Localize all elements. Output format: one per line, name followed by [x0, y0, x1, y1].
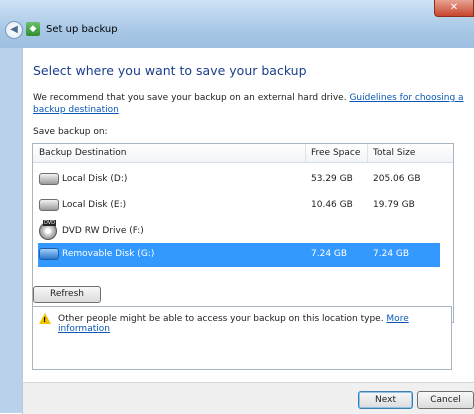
cancel-button[interactable]: Cancel [417, 391, 474, 409]
refresh-button[interactable]: Refresh [33, 286, 101, 303]
column-separator [305, 144, 306, 162]
row-name: Removable Disk (G:) [62, 249, 155, 259]
header-free-space[interactable]: Free Space [311, 148, 360, 158]
window-frame [0, 48, 22, 413]
row-free: 10.46 GB [311, 200, 353, 210]
row-free: 7.24 GB [311, 249, 348, 259]
main-content: Select where you want to save your backu… [22, 48, 474, 382]
header-destination[interactable]: Backup Destination [39, 148, 127, 158]
row-total: 19.79 GB [373, 200, 415, 210]
row-total: 205.06 GB [373, 174, 421, 184]
column-separator [367, 144, 368, 162]
row-free: 53.29 GB [311, 174, 353, 184]
hard-drive-icon [39, 199, 59, 211]
warning-box: ! Other people might be able to access y… [32, 306, 452, 370]
description: We recommend that you save your backup o… [33, 92, 468, 116]
footer-bar: Next Cancel [22, 382, 474, 414]
warning-icon-mark: ! [43, 316, 47, 324]
warning-message: Other people might be able to access you… [58, 314, 451, 334]
header-total-size[interactable]: Total Size [373, 148, 415, 158]
dvd-label-icon: DVD [43, 220, 57, 226]
table-row[interactable]: DVD DVD RW Drive (F:) [33, 220, 453, 244]
back-button[interactable]: ◀ [5, 21, 23, 39]
row-name: Local Disk (E:) [62, 200, 127, 210]
description-text: We recommend that you save your backup o… [33, 93, 350, 103]
title-bar: ◀ ◆ Set up backup ✕ [0, 0, 474, 49]
close-button[interactable]: ✕ [434, 0, 474, 17]
save-backup-label: Save backup on: [33, 127, 108, 137]
backup-app-icon: ◆ [26, 22, 40, 36]
table-row-selected[interactable]: Removable Disk (G:) 7.24 GB 7.24 GB [38, 243, 440, 267]
window-title: Set up backup [46, 24, 118, 35]
row-total: 7.24 GB [373, 249, 410, 259]
removable-disk-icon [39, 248, 59, 260]
page-title: Select where you want to save your backu… [33, 63, 307, 78]
table-row[interactable]: Local Disk (E:) 10.46 GB 19.79 GB [33, 194, 453, 218]
row-name: Local Disk (D:) [62, 174, 128, 184]
list-header: Backup Destination Free Space Total Size [33, 144, 453, 163]
row-name: DVD RW Drive (F:) [62, 226, 144, 236]
table-row[interactable]: Local Disk (D:) 53.29 GB 205.06 GB [33, 168, 453, 192]
next-button[interactable]: Next [358, 391, 413, 409]
warning-text: Other people might be able to access you… [58, 314, 387, 324]
hard-drive-icon [39, 173, 59, 185]
